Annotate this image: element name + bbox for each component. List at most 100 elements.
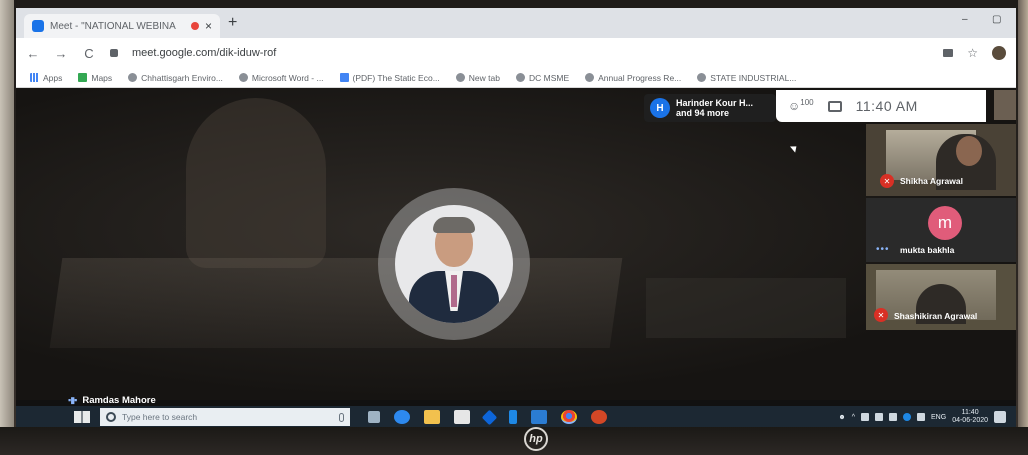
window-minimize-button[interactable]: – xyxy=(962,14,968,25)
recording-indicator-icon xyxy=(190,22,199,30)
bolt-app-icon[interactable] xyxy=(509,410,517,424)
participant-tile[interactable]: ✕ Shikha Agrawal xyxy=(866,124,1016,196)
chrome-icon[interactable] xyxy=(561,410,577,424)
bookmark-label: Apps xyxy=(43,72,63,83)
bookmark-chhattisgarh[interactable]: Chhattisgarh Enviro... xyxy=(128,73,223,83)
participant-avatar: m xyxy=(928,206,962,240)
camera-extension-icon[interactable] xyxy=(943,49,954,57)
profile-avatar-icon[interactable] xyxy=(992,46,1006,60)
search-placeholder: Type here to search xyxy=(122,412,198,422)
new-tab-button[interactable]: + xyxy=(228,14,237,32)
bookmark-dc-msme[interactable]: DC MSME xyxy=(515,72,570,83)
back-button[interactable]: ← xyxy=(26,46,40,61)
people-button[interactable]: ☺100 xyxy=(788,97,814,115)
windows-start-icon[interactable] xyxy=(74,411,90,423)
globe-icon xyxy=(238,73,248,82)
bookmark-apps[interactable]: Apps xyxy=(30,73,62,83)
person-tray-icon[interactable]: ☻ xyxy=(838,414,845,421)
participant-name: Shikha Agrawal xyxy=(900,176,963,186)
screen-reflection xyxy=(49,258,623,348)
notifications-icon[interactable] xyxy=(994,411,1006,423)
network-icon[interactable] xyxy=(889,413,898,421)
participants-chip-text: Harinder Kour H... and 94 more xyxy=(676,98,753,118)
speaker-name: Ramdas Mahore xyxy=(82,395,156,406)
cloud-icon[interactable] xyxy=(861,413,870,421)
bookmarks-bar: Apps Maps Chhattisgarh Enviro... Microso… xyxy=(16,68,1016,88)
hp-logo: hp xyxy=(524,427,548,451)
self-view-thumbnail[interactable] xyxy=(994,90,1016,120)
file-explorer-icon[interactable] xyxy=(424,410,440,424)
address-bar-row: ← → C meet.google.com/dik-iduw-rof ☆ xyxy=(16,38,1016,68)
system-tray: ☻ ^ ENG 11:40 04-06-2020 xyxy=(838,408,1006,426)
tab-meet[interactable]: Meet - "NATIONAL WEBINA × xyxy=(24,14,220,38)
bookmark-star-icon[interactable]: ☆ xyxy=(967,46,978,60)
participant-name: Shashikiran Agrawal xyxy=(894,311,978,321)
volume-icon[interactable] xyxy=(917,413,926,421)
edge-browser-icon[interactable] xyxy=(394,410,410,424)
participants-chip[interactable]: H Harinder Kour H... and 94 more xyxy=(644,94,776,122)
bluetooth-icon[interactable] xyxy=(903,413,912,421)
bookmark-new-tab[interactable]: New tab xyxy=(455,72,500,83)
bookmark-label: New tab xyxy=(468,72,500,83)
bookmark-microsoft-word[interactable]: Microsoft Word - ... xyxy=(238,72,324,83)
participant-tile[interactable]: ✕ Shashikiran Agrawal xyxy=(866,264,1016,330)
maps-icon xyxy=(78,73,88,82)
desk-background-right xyxy=(1018,0,1028,455)
avatar-tie xyxy=(451,275,457,307)
microphone-icon[interactable] xyxy=(339,412,344,422)
bookmark-state-industrial[interactable]: STATE INDUSTRIAL... xyxy=(697,73,796,83)
apps-grid-icon xyxy=(30,73,39,82)
globe-icon xyxy=(455,73,465,82)
language-indicator[interactable]: ENG xyxy=(931,414,946,421)
bookmark-label: Annual Progress Re... xyxy=(598,72,682,83)
tile-face xyxy=(956,136,982,166)
lock-icon xyxy=(110,49,118,57)
taskbar-apps xyxy=(368,409,607,425)
people-icon: ☺ xyxy=(788,99,801,113)
bookmark-label: Maps xyxy=(91,72,113,83)
muted-mic-icon: ✕ xyxy=(874,308,888,322)
laptop-screen: Meet - "NATIONAL WEBINA × + – ▢ ← → C me… xyxy=(16,8,1016,428)
bookmark-annual-progress[interactable]: Annual Progress Re... xyxy=(585,73,681,83)
reload-button[interactable]: C xyxy=(82,46,96,61)
participant-name: mukta bakhla xyxy=(900,245,955,255)
url-field[interactable]: meet.google.com/dik-iduw-rof xyxy=(132,47,276,59)
screen-reflection xyxy=(186,98,326,268)
tab-close-button[interactable]: × xyxy=(205,19,212,33)
tab-title: Meet - "NATIONAL WEBINA xyxy=(50,20,176,32)
mail-icon[interactable] xyxy=(531,410,547,424)
presenter-speaking-ring xyxy=(378,188,530,340)
task-view-icon[interactable] xyxy=(368,411,380,423)
window-restore-button[interactable]: ▢ xyxy=(992,14,1001,25)
globe-icon xyxy=(128,73,138,82)
bookmark-pdf[interactable]: (PDF) The Static Eco... xyxy=(339,73,440,83)
mouse-cursor-icon xyxy=(790,143,799,153)
bookmark-maps[interactable]: Maps xyxy=(78,73,112,83)
laptop-bottom-bezel xyxy=(0,427,1028,455)
dropbox-icon[interactable] xyxy=(481,409,498,425)
meet-favicon-icon xyxy=(32,20,44,32)
battery-icon[interactable] xyxy=(875,413,884,421)
globe-icon xyxy=(515,73,525,82)
windows-taskbar: Type here to search ☻ ^ ENG 11:40 04-06-… xyxy=(16,406,1016,428)
powerpoint-icon[interactable] xyxy=(591,410,607,424)
chat-icon[interactable] xyxy=(827,100,842,112)
participant-tile[interactable]: m ••• mukta bakhla xyxy=(866,198,1016,262)
tray-chevron-icon[interactable]: ^ xyxy=(852,414,855,421)
bookmark-label: STATE INDUSTRIAL... xyxy=(710,72,797,83)
taskbar-search-box[interactable]: Type here to search xyxy=(100,408,350,426)
participants-chip-line1: Harinder Kour H... xyxy=(676,98,754,108)
bookmark-label: DC MSME xyxy=(528,72,570,83)
globe-icon xyxy=(697,73,707,82)
search-icon xyxy=(106,412,116,422)
forward-button[interactable]: → xyxy=(54,46,68,61)
pdf-icon xyxy=(339,73,349,82)
meeting-clock: 11:40 AM xyxy=(855,98,918,114)
speaker-label: ▪▮▪ Ramdas Mahore xyxy=(68,395,156,406)
address-bar-actions: ☆ xyxy=(943,46,1006,60)
bookmark-label: Microsoft Word - ... xyxy=(251,72,324,83)
browser-tab-strip: Meet - "NATIONAL WEBINA × + – ▢ xyxy=(16,8,1016,38)
store-icon[interactable] xyxy=(454,410,470,424)
speaking-indicator-icon: ▪▮▪ xyxy=(68,395,77,405)
taskbar-clock[interactable]: 11:40 04-06-2020 xyxy=(952,409,988,425)
